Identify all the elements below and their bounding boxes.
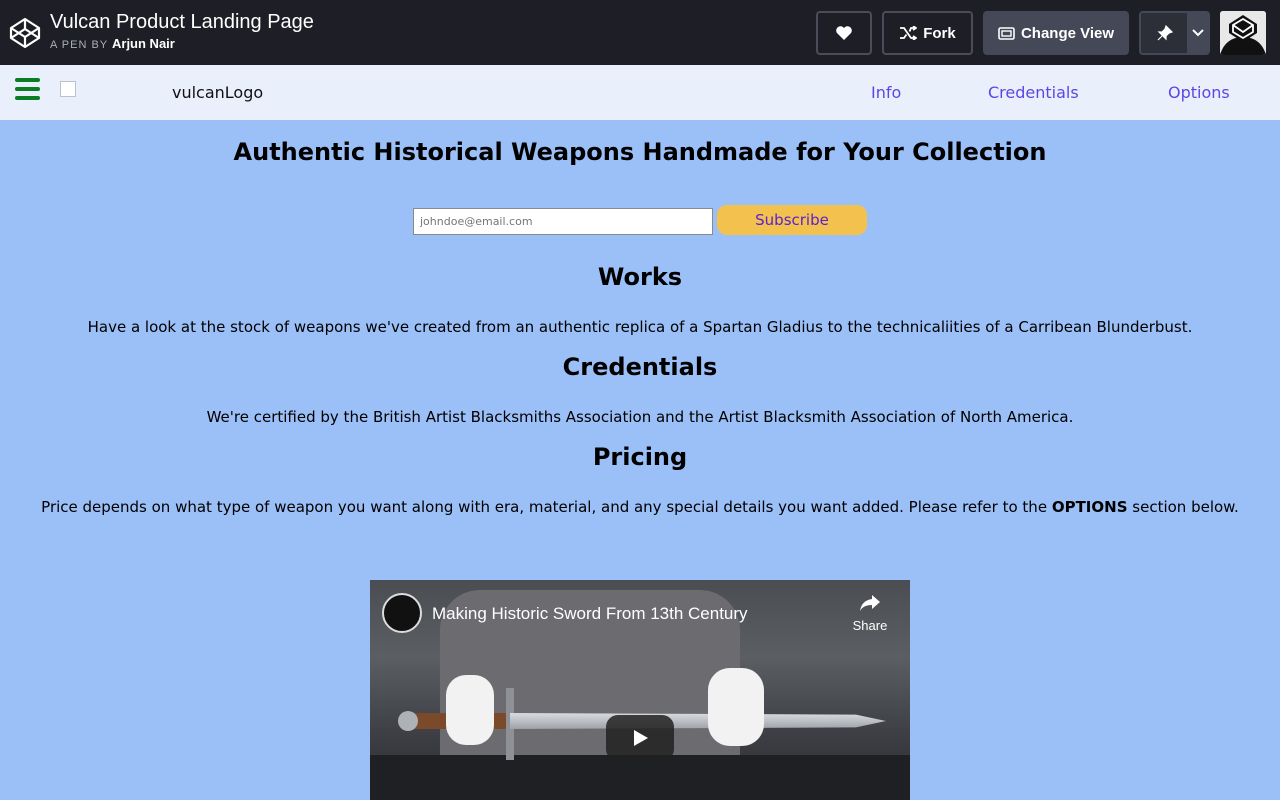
- change-view-button[interactable]: Change View: [983, 11, 1129, 55]
- pin-menu-button[interactable]: [1187, 11, 1210, 55]
- left-glove: [446, 675, 494, 745]
- pricing-text-after: section below.: [1132, 498, 1239, 516]
- codepen-logo-icon[interactable]: [8, 16, 42, 50]
- site-navbar: vulcanLogo Info Credentials Options: [0, 65, 1280, 120]
- fork-label: Fork: [923, 24, 956, 42]
- pen-title: Vulcan Product Landing Page: [50, 11, 314, 33]
- play-icon: [634, 730, 648, 746]
- works-heading: Works: [597, 263, 683, 291]
- credentials-text: We're certified by the British Artist Bl…: [206, 408, 1074, 426]
- nav-link-credentials[interactable]: Credentials: [988, 83, 1079, 102]
- share-icon: [860, 595, 880, 611]
- heart-button[interactable]: [816, 11, 872, 55]
- heart-icon: [836, 26, 852, 40]
- right-glove: [708, 668, 764, 746]
- share-label: Share: [852, 618, 888, 633]
- logo-image-icon: [60, 81, 76, 97]
- video-frame-bench: [370, 755, 910, 800]
- by-label: A PEN BY: [50, 39, 108, 51]
- sword-pommel: [398, 711, 418, 731]
- pricing-text-before: Price depends on what type of weapon you…: [41, 498, 1048, 516]
- pricing-text: Price depends on what type of weapon you…: [0, 498, 1280, 516]
- chevron-down-icon: [1191, 29, 1204, 37]
- pin-button[interactable]: [1139, 11, 1189, 55]
- video-embed[interactable]: Making Historic Sword From 13th Century …: [370, 580, 910, 800]
- video-title[interactable]: Making Historic Sword From 13th Century: [432, 604, 748, 624]
- nav-link-info[interactable]: Info: [871, 83, 901, 102]
- pen-author-line: A PEN BY Arjun Nair: [50, 36, 175, 51]
- hamburger-menu-icon[interactable]: [15, 78, 40, 100]
- subscribe-button[interactable]: Subscribe: [717, 205, 867, 235]
- pin-icon: [1157, 25, 1173, 41]
- author-link[interactable]: Arjun Nair: [112, 36, 175, 51]
- fork-button[interactable]: Fork: [882, 11, 973, 55]
- sword-blade: [510, 713, 886, 729]
- email-input[interactable]: [413, 208, 713, 235]
- credentials-heading: Credentials: [562, 353, 718, 381]
- change-view-label: Change View: [1020, 24, 1115, 42]
- hero-title: Authentic Historical Weapons Handmade fo…: [233, 138, 1047, 166]
- codepen-header: Vulcan Product Landing Page A PEN BY Arj…: [0, 0, 1280, 65]
- play-button[interactable]: [606, 715, 674, 761]
- fork-icon: [900, 26, 918, 40]
- pricing-heading: Pricing: [592, 443, 688, 471]
- works-text: Have a look at the stock of weapons we'v…: [87, 318, 1193, 336]
- change-view-icon: [998, 26, 1015, 40]
- logo-alt-text: vulcanLogo: [172, 83, 264, 102]
- share-button[interactable]: Share: [848, 594, 892, 633]
- user-avatar[interactable]: [1220, 11, 1266, 55]
- pricing-options-emphasis: OPTIONS: [1051, 498, 1128, 516]
- nav-link-options[interactable]: Options: [1168, 83, 1230, 102]
- channel-avatar[interactable]: [382, 593, 422, 633]
